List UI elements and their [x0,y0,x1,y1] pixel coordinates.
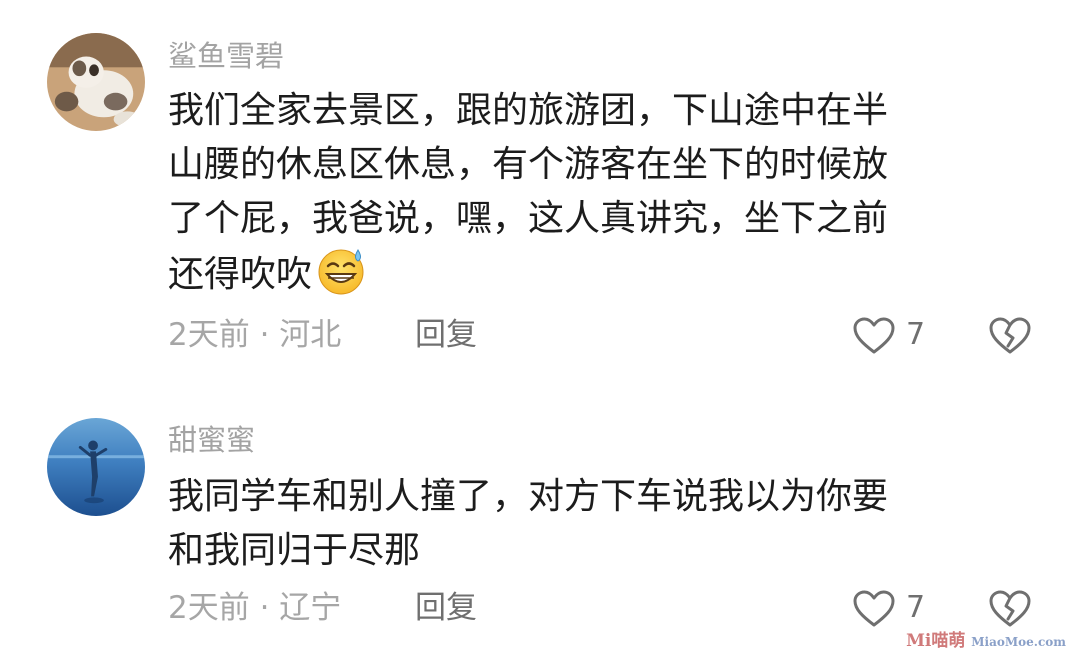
watermark-subtext: MiaoMoe.com [971,635,1066,649]
like-count: 7 [906,590,926,625]
comment-item: 甜蜜蜜 我同学车和别人撞了，对方下车说我以为你要 和我同归于尽那 2天前 · 辽… [0,0,1080,655]
comment-meta: 2天前 · 辽宁 [168,590,342,626]
comment-text: 我同学车和别人撞了，对方下车说我以为你要 和我同归于尽那 [168,470,1008,578]
user-avatar[interactable] [47,418,145,516]
heart-outline-icon[interactable] [852,589,896,629]
watermark-text: Mi喵萌 [906,631,966,651]
watermark: Mi喵萌 MiaoMoe.com [906,626,1066,651]
reply-button[interactable]: 回复 [415,588,477,628]
broken-heart-icon[interactable] [988,588,1032,630]
comment-line: 我同学车和别人撞了，对方下车说我以为你要 [168,476,889,517]
comment-line: 和我同归于尽那 [168,530,421,571]
username[interactable]: 甜蜜蜜 [168,422,255,458]
blue-water-figure-avatar [47,418,145,516]
